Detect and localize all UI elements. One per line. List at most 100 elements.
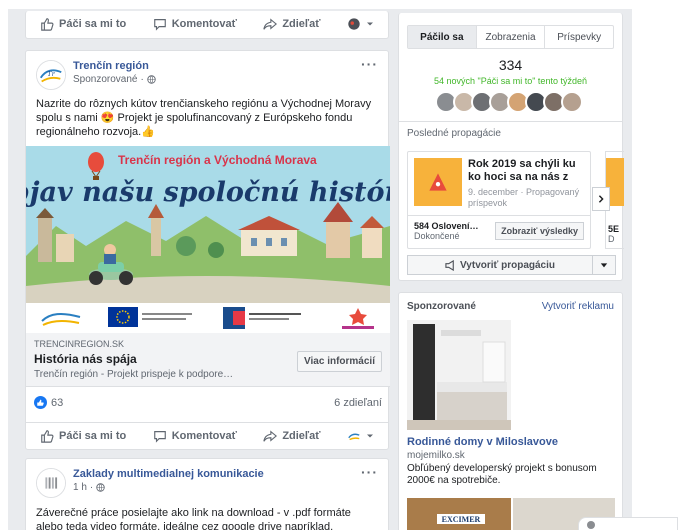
post-options-button[interactable]: ··· [361,464,378,480]
post-header: Tr Trenčín región Sponzorované · ··· [26,51,388,90]
promotion-status: Dokončené [414,231,460,241]
share-icon [263,430,278,442]
fan-avatar-icon[interactable] [560,91,583,113]
interreg-logo-icon [222,307,301,329]
post-header: Zaklady multimedialnej komunikacie 1 h ·… [26,459,388,498]
comment-label: Komentovať [171,430,237,442]
tab-views[interactable]: Zobrazenia [477,26,546,48]
sponsored-heading: Sponzorované [407,301,476,312]
tab-likes[interactable]: Páčilo sa [408,26,477,48]
group-name[interactable]: Zaklady multimedialnej komunikacie [73,468,264,480]
globe-icon [96,483,105,492]
post-subtitle: 1 h · [73,482,264,493]
page-insights: Páčilo sa Zobrazenia Príspevky 334 54 no… [398,13,624,281]
create-ad-link[interactable]: Vytvoriť reklamu [542,301,614,312]
insights-tabs: Páčilo sa Zobrazenia Príspevky [407,25,614,49]
tab-posts[interactable]: Príspevky [545,26,613,48]
ad-domain[interactable]: mojemilko.sk [399,448,622,461]
comment-icon [153,19,166,31]
create-promotion-label: Vytvoriť propagáciu [460,259,555,271]
comment-icon [153,431,166,443]
post-subtitle: Sponzorované · [73,74,156,85]
fan-avatars [399,91,622,113]
promotion-card[interactable]: Rok 2019 sa chýli ku ko hoci sa na nás z… [407,151,591,249]
like-reaction-icon[interactable] [34,396,47,409]
ad-text: Obľúbený developerský projekt s bonusom … [407,463,597,486]
post-text: Záverečné práce posielajte ako link na d… [36,507,351,530]
page-avatar[interactable]: Tr [36,60,66,90]
ad-title[interactable]: Rodinné domy v Miloslavove [399,430,622,448]
promotion-meta: 9. december · Propagovaný príspevok [468,187,580,208]
post-time[interactable]: 1 h [73,482,87,493]
new-likes-text[interactable]: 54 nových "Páči sa mi to" tento týždeň [399,76,622,86]
recent-promotions-title: Posledné propagácie [407,128,501,139]
promotion-status-2: D [608,234,615,244]
sponsored-box: Sponzorované Vytvoriť reklamu Rodinné do… [398,292,623,530]
comment-button[interactable]: Komentovať [153,429,237,443]
trencin-logo-icon: Tr [37,61,65,89]
view-results-button[interactable]: Zobraziť výsledky [495,222,584,240]
chat-bubble[interactable] [578,517,678,530]
share-button[interactable]: Zdieľať [263,17,321,31]
promotion-title: Rok 2019 sa chýli ku ko hoci sa na nás z… [468,158,576,183]
svg-text:Tr: Tr [47,70,55,78]
excimer-brand: EXCIMER [442,515,481,524]
share-button[interactable]: Zdieľať [263,429,321,443]
create-promotion-button[interactable]: Vytvoriť propagáciu [408,256,593,274]
reaction-selector[interactable] [347,17,374,31]
ad-photo[interactable] [407,320,511,430]
page-name[interactable]: Trenčín región [73,60,156,72]
share-label: Zdieľať [282,18,321,30]
share-label: Zdieľať [282,430,321,442]
likes-count[interactable]: 63 [51,397,63,409]
learn-more-button[interactable]: Viac informácií [297,351,382,372]
ad-illustration: Trenčín región a Východná Morava Objav n… [26,146,390,303]
chat-status-icon [587,521,595,529]
group-post: Zaklady multimedialnej komunikacie 1 h ·… [25,458,389,530]
reaction-selector[interactable] [347,429,374,443]
top-bar [0,0,684,9]
sponsored-post: Tr Trenčín región Sponzorované · ··· Naz… [25,50,390,450]
promotion-reach-2: 5E [608,224,620,234]
chevron-right-icon [598,195,604,203]
previous-post-actions: Páči sa mi to Komentovať Zdieľať [25,11,389,39]
ad-script-title: Objav našu spoločnú históriu [26,177,390,208]
share-icon [263,18,278,30]
promotion-menu-button[interactable] [593,261,615,269]
gift-illustration-icon [429,173,447,191]
chevron-down-icon [367,434,373,438]
group-logo-icon [37,469,65,497]
globe-icon [147,75,156,84]
comment-button[interactable]: Komentovať [153,17,237,31]
vychodna-morava-logo-icon [341,308,374,329]
like-label: Páči sa mi to [59,18,127,30]
right-column-edge [632,9,684,530]
globe-avatar-icon [348,18,360,30]
carousel-next-button[interactable] [592,187,610,211]
shares-count[interactable]: 6 zdieľaní [334,397,382,409]
sponsored-label[interactable]: Sponzorované [73,74,138,85]
post-text: Nazrite do rôznych kútov trenčianskeho r… [36,98,372,138]
ad-heading: Trenčín región a Východná Morava [118,153,317,167]
excimer-photo-icon: EXCIMER [407,498,511,530]
promotion-reach: 584 Oslovení… [414,221,479,231]
like-button[interactable]: Páči sa mi to [40,429,126,443]
chevron-down-icon [367,22,373,26]
kitchen-photo-icon [407,320,511,430]
page-avatar-small-icon [348,433,360,441]
megaphone-icon [445,259,454,271]
reactions-row: 63 6 zdieľaní [34,396,382,409]
like-label: Páči sa mi to [59,430,127,442]
like-button[interactable]: Páči sa mi to [40,17,126,31]
post-options-button[interactable]: ··· [361,56,378,72]
promotion-thumbnail [414,158,462,206]
thumbs-up-icon [41,430,54,443]
second-ad-photo[interactable]: EXCIMER [407,498,511,530]
funding-logos [26,303,390,333]
post-action-bar: Páči sa mi to Komentovať Zdieľať [26,422,388,449]
comment-label: Komentovať [171,18,237,30]
group-avatar[interactable] [36,468,66,498]
caret-down-icon [600,263,608,268]
likes-total: 334 [498,57,523,73]
link-preview[interactable]: TRENCINREGION.SK História nás spája Tren… [26,333,390,387]
